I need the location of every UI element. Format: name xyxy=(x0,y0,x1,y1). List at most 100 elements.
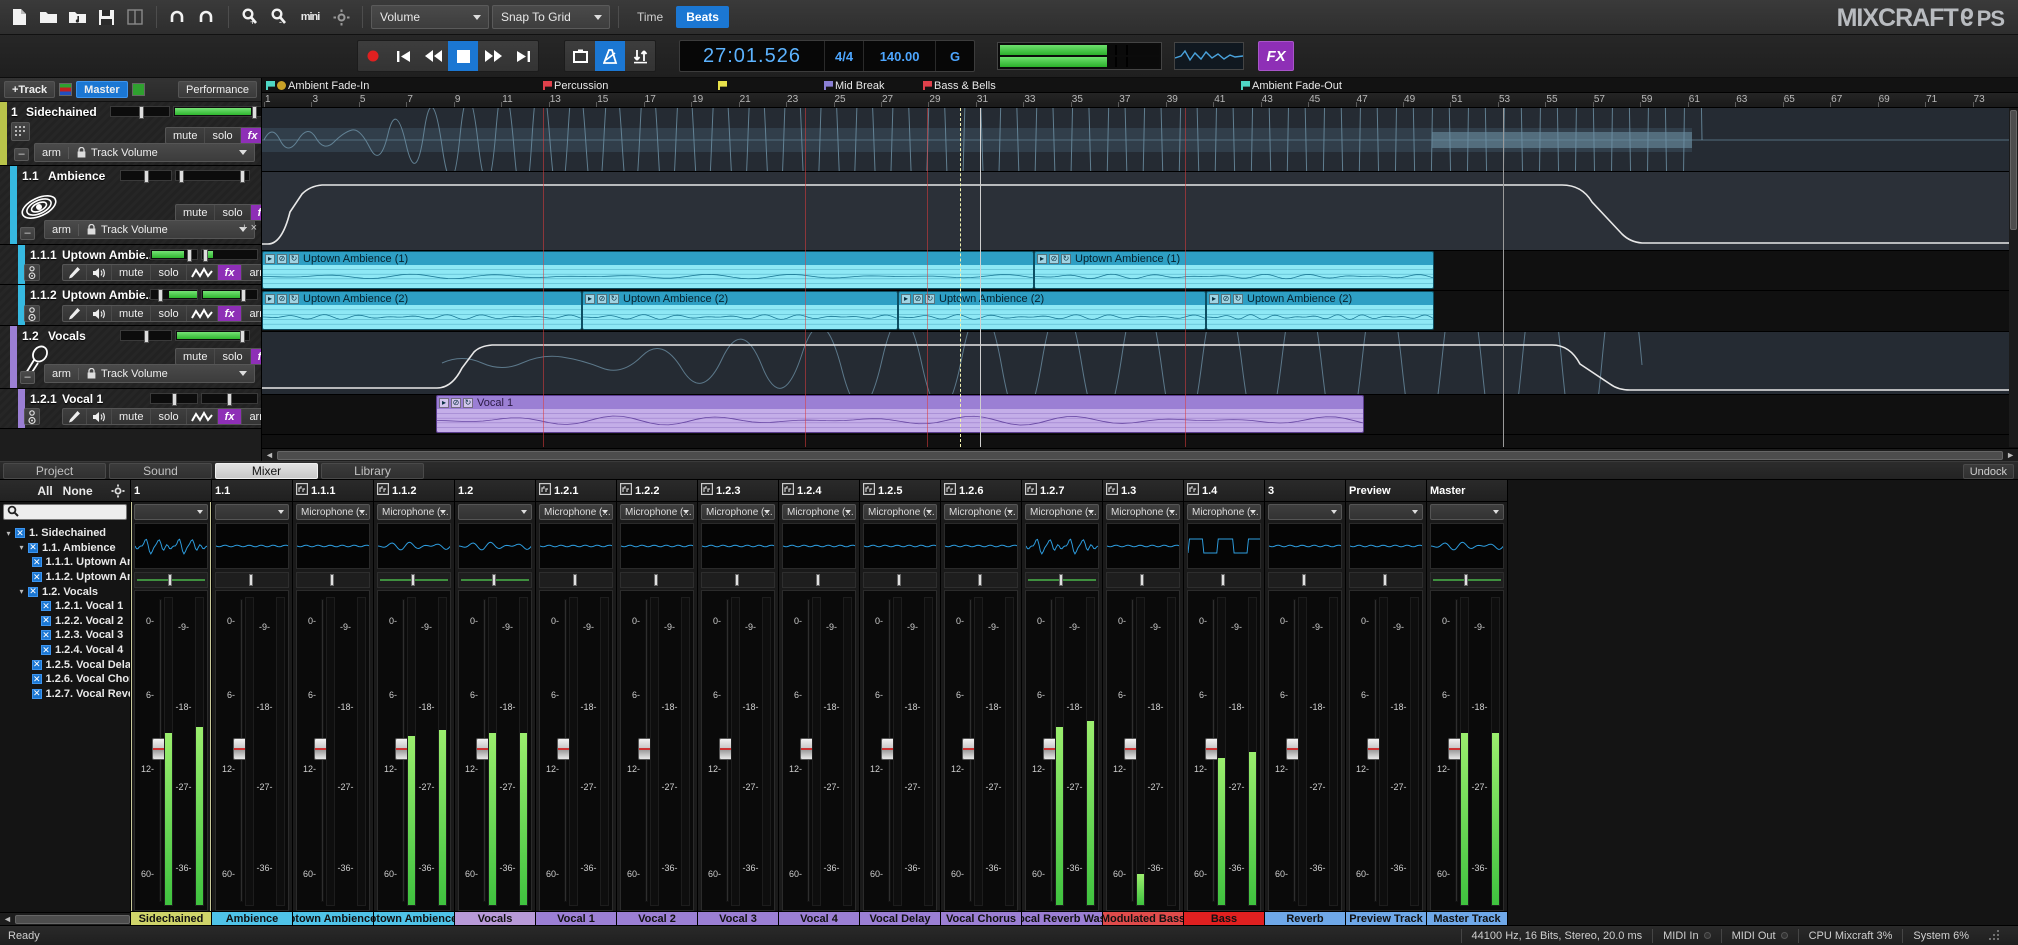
tempo-value[interactable]: 140.00 xyxy=(864,41,936,71)
track-header-uptown-2[interactable]: 1.1.2 Uptown Ambie... mute solo xyxy=(0,285,261,326)
clip-loop-icon[interactable]: ↻ xyxy=(289,294,299,304)
clip-loop-icon[interactable]: ↻ xyxy=(289,254,299,264)
pan-knob[interactable] xyxy=(1059,574,1063,586)
clip-play-icon[interactable]: ▸ xyxy=(901,294,911,304)
mixer-strip-preview[interactable]: Preview0-6-12-60--9--18--27--36-Preview … xyxy=(1346,480,1427,925)
chevron-down-icon[interactable] xyxy=(1250,510,1256,514)
chevron-down-icon[interactable] xyxy=(845,510,851,514)
solo-button-vocal-1[interactable]: solo xyxy=(151,409,186,424)
track-title-uptown-1[interactable]: Uptown Ambie... xyxy=(62,248,156,262)
mute-button-uptown-2[interactable]: mute xyxy=(112,306,151,321)
strip-pan-control[interactable] xyxy=(539,572,613,588)
mute-button-vocal-1[interactable]: mute xyxy=(112,409,151,424)
chevron-down-icon[interactable]: ▾ xyxy=(17,543,26,552)
strip-input-select[interactable]: Microphone (... xyxy=(944,504,1018,520)
mixer-strip-1-2-7[interactable]: 1.2.7Microphone (...0-6-12-60--9--18--27… xyxy=(1022,480,1103,925)
track-header-uptown-1[interactable]: 1.1.1 Uptown Ambie... mute solo xyxy=(0,245,261,285)
chevron-down-icon[interactable] xyxy=(926,510,932,514)
strip-fader-area[interactable]: 0-6-12-60--9--18--27--36- xyxy=(620,590,694,911)
solo-button-uptown-2[interactable]: solo xyxy=(151,306,186,321)
strip-name-label[interactable]: Uptown Ambience... xyxy=(374,911,454,925)
strip-name-label[interactable]: Vocal Chorus xyxy=(941,911,1021,925)
remove-automation-button[interactable]: × xyxy=(251,222,257,234)
pan-slider-ambience[interactable] xyxy=(120,170,172,181)
chevron-down-icon[interactable] xyxy=(764,510,770,514)
routing-icon[interactable] xyxy=(1187,483,1199,498)
volume-slider-uptown-2[interactable] xyxy=(201,289,258,300)
routing-icon[interactable] xyxy=(701,483,713,498)
edit-pencil-icon-uptown-1[interactable] xyxy=(63,265,87,280)
undock-button[interactable]: Undock xyxy=(1963,464,2014,479)
mixer-list-item[interactable]: ✕1.2.3. Vocal 3 xyxy=(0,628,130,643)
strip-name-label[interactable]: Vocal 4 xyxy=(779,911,859,925)
track-title-vocals[interactable]: Vocals xyxy=(48,329,86,343)
strip-input-select[interactable]: Microphone (... xyxy=(1106,504,1180,520)
clip-header[interactable]: ▸⊘↻Uptown Ambience (2) xyxy=(583,292,897,305)
redo-icon[interactable] xyxy=(194,4,220,30)
mixer-list-item[interactable]: ✕1.2.1. Vocal 1 xyxy=(0,599,130,614)
clip-play-icon[interactable]: ▸ xyxy=(265,294,275,304)
stop-button[interactable] xyxy=(448,41,478,71)
select-none-button[interactable]: None xyxy=(63,484,93,498)
strip-pan-control[interactable] xyxy=(620,572,694,588)
timeline-marker-1[interactable]: Percussion xyxy=(543,78,608,93)
strip-name-label[interactable]: Modulated Bass xyxy=(1103,911,1183,925)
mixer-strip-1-2-6[interactable]: 1.2.6Microphone (...0-6-12-60--9--18--27… xyxy=(941,480,1022,925)
mixer-list-item[interactable]: ▾✕1. Sidechained xyxy=(0,526,130,541)
midi-icon[interactable]: mini xyxy=(295,4,325,30)
mixer-strip-1[interactable]: 10-6-12-60--9--18--27--36-Sidechained xyxy=(131,480,212,925)
pan-knob[interactable] xyxy=(249,574,253,586)
strip-input-select[interactable] xyxy=(134,504,208,520)
audio-clip[interactable]: ▸⊘↻Uptown Ambience (2) xyxy=(582,291,898,330)
tab-beats[interactable]: Beats xyxy=(676,6,729,28)
clip-header[interactable]: ▸⊘↻Uptown Ambience (2) xyxy=(899,292,1205,305)
strip-pan-control[interactable] xyxy=(863,572,937,588)
strip-input-select[interactable]: Microphone (... xyxy=(539,504,613,520)
strip-input-select[interactable]: Microphone (... xyxy=(377,504,451,520)
pan-knob[interactable] xyxy=(330,574,334,586)
clip-mute-icon[interactable]: ⊘ xyxy=(913,294,923,304)
clip-header[interactable]: ▸⊘↻Uptown Ambience (2) xyxy=(1207,292,1433,305)
chevron-down-icon[interactable] xyxy=(1007,510,1013,514)
strip-fader-area[interactable]: 0-6-12-60--9--18--27--36- xyxy=(1106,590,1180,911)
solo-button-uptown-1[interactable]: solo xyxy=(151,265,186,280)
volume-slider-ambience[interactable] xyxy=(175,170,250,181)
strip-fader-area[interactable]: 0-6-12-60--9--18--27--36- xyxy=(1430,590,1504,911)
visibility-checkbox[interactable]: ✕ xyxy=(32,557,42,567)
select-all-button[interactable]: All xyxy=(37,484,52,498)
mute-button-uptown-1[interactable]: mute xyxy=(112,265,151,280)
chevron-down-icon[interactable] xyxy=(278,510,284,514)
mixer-strip-3[interactable]: 30-6-12-60--9--18--27--36-Reverb xyxy=(1265,480,1346,925)
time-display[interactable]: 27:01.526 4/4 140.00 G xyxy=(679,40,975,72)
strip-fader-area[interactable]: 0-6-12-60--9--18--27--36- xyxy=(1187,590,1261,911)
strip-input-select[interactable]: Microphone (... xyxy=(1025,504,1099,520)
chevron-down-icon[interactable] xyxy=(1331,510,1337,514)
playhead-position[interactable]: 27:01.526 xyxy=(680,41,825,71)
chevron-down-icon[interactable] xyxy=(359,510,365,514)
timeline-marker-0[interactable]: Ambient Fade-In xyxy=(266,78,369,93)
strip-fader-area[interactable]: 0-6-12-60--9--18--27--36- xyxy=(1268,590,1342,911)
vscroll-thumb[interactable] xyxy=(2010,110,2017,230)
pan-knob[interactable] xyxy=(1140,574,1144,586)
strip-fader-area[interactable]: 0-6-12-60--9--18--27--36- xyxy=(1025,590,1099,911)
chevron-down-icon[interactable] xyxy=(1493,510,1499,514)
master-fx-button[interactable]: FX xyxy=(1258,41,1294,71)
mute-button-vocals[interactable]: mute xyxy=(176,349,215,364)
pan-slider-vocals[interactable] xyxy=(120,330,172,341)
pan-slider-uptown-2[interactable] xyxy=(150,289,198,300)
strip-pan-control[interactable] xyxy=(1349,572,1423,588)
clip-header[interactable]: ▸⊘↻Uptown Ambience (2) xyxy=(263,292,581,305)
clip-header[interactable]: ▸⊘↻Uptown Ambience (1) xyxy=(263,252,1033,265)
pan-knob[interactable] xyxy=(654,574,658,586)
chevron-down-icon-vocals[interactable] xyxy=(239,371,247,376)
visibility-checkbox[interactable]: ✕ xyxy=(41,645,51,655)
chevron-down-icon[interactable]: ▾ xyxy=(17,587,26,596)
search-input[interactable] xyxy=(3,504,127,520)
strip-input-select[interactable]: Microphone (... xyxy=(620,504,694,520)
routing-icon[interactable] xyxy=(782,483,794,498)
fx-button-ambience[interactable]: fx xyxy=(251,205,261,220)
pan-knob[interactable] xyxy=(168,574,172,586)
hscroll-thumb[interactable] xyxy=(277,451,2003,460)
lane-vocals[interactable] xyxy=(262,332,2018,395)
clip-play-icon[interactable]: ▸ xyxy=(265,254,275,264)
